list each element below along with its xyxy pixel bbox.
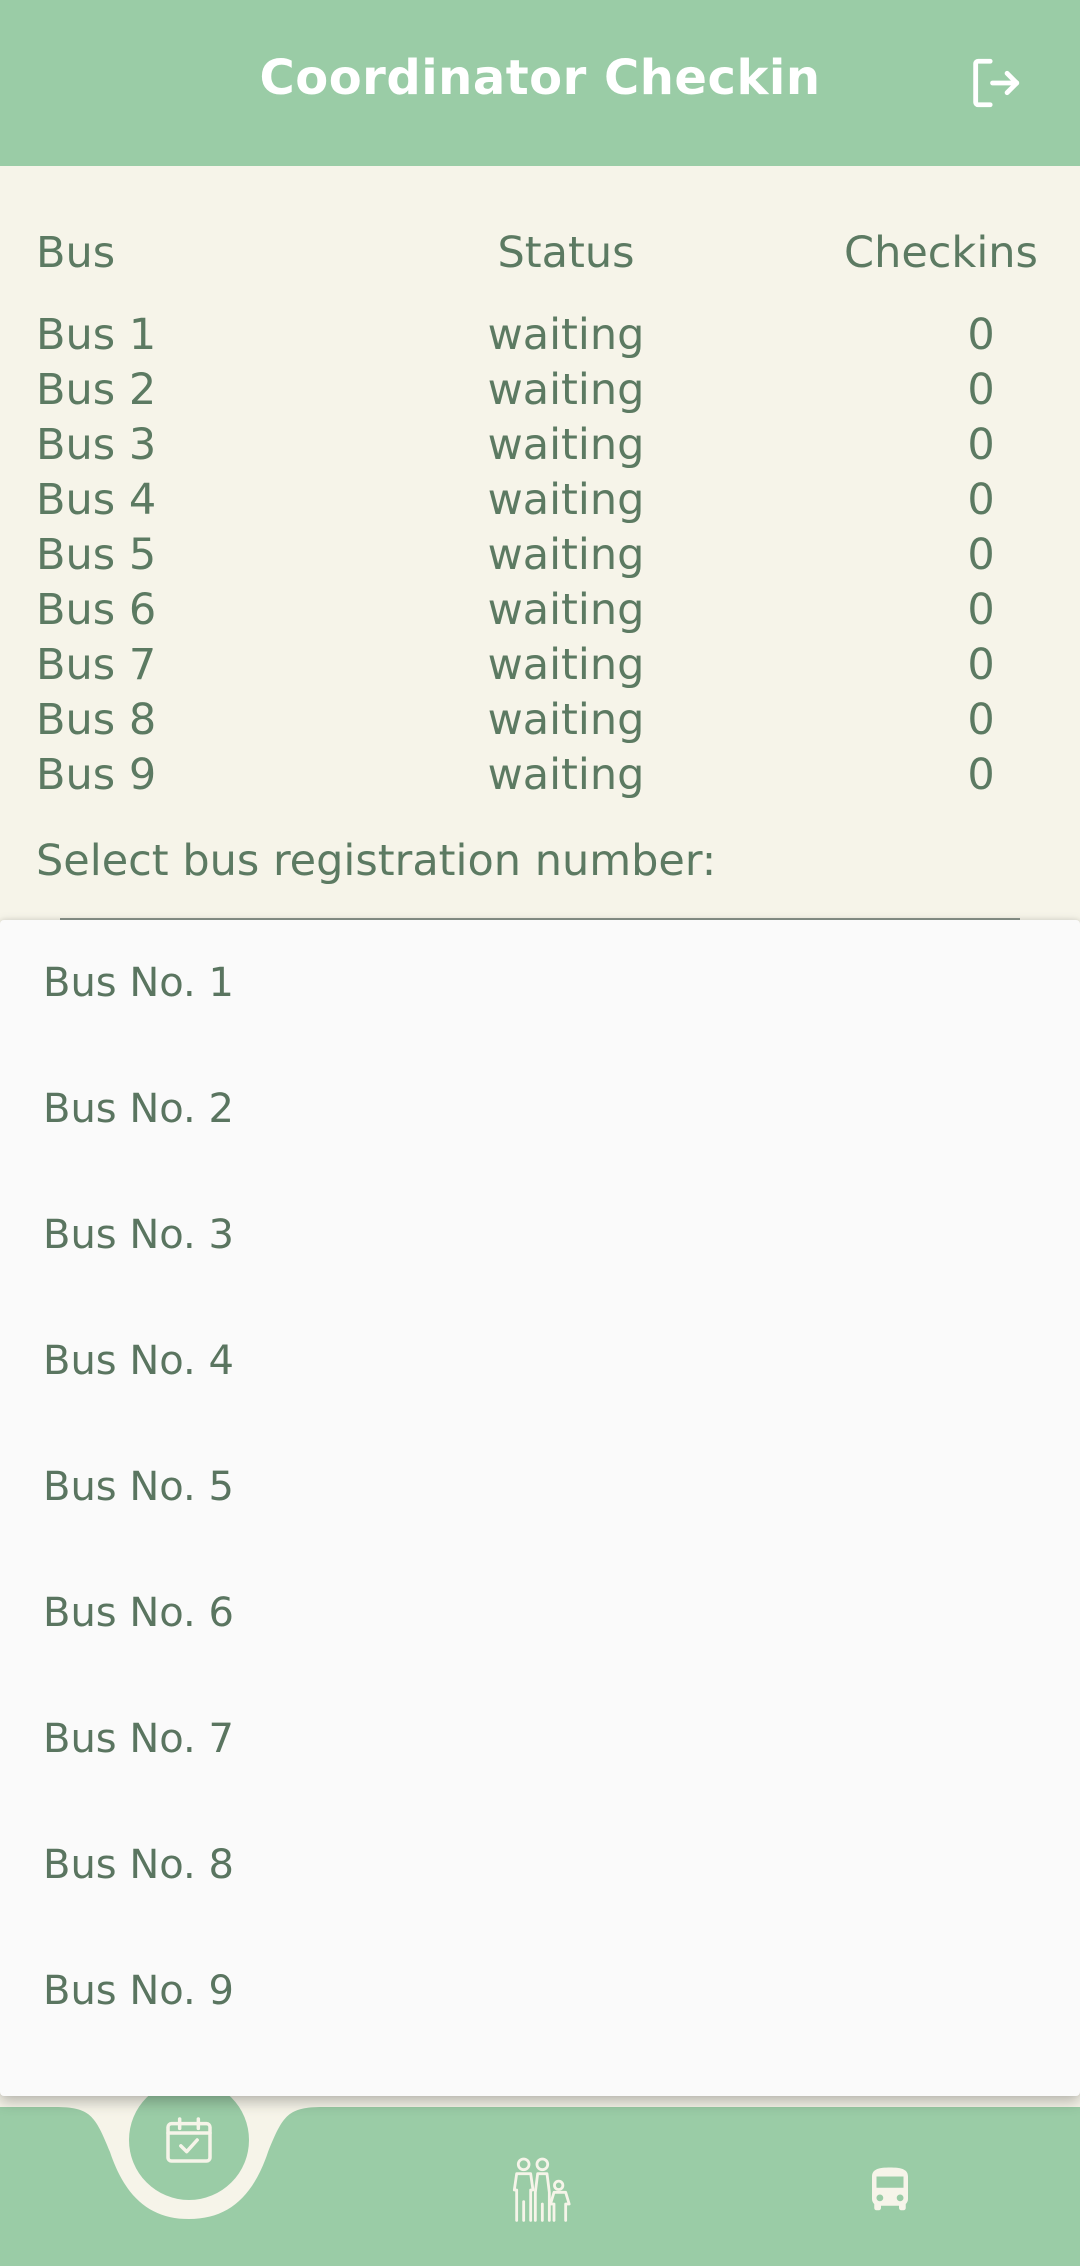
table-row: Bus 3 waiting 0 bbox=[36, 420, 1046, 475]
dropdown-option[interactable]: Bus No. 5 bbox=[0, 1424, 1080, 1550]
table-row: Bus 7 waiting 0 bbox=[36, 640, 1046, 695]
status-cell: waiting bbox=[487, 420, 645, 470]
dropdown-option[interactable]: Bus No. 4 bbox=[0, 1298, 1080, 1424]
dropdown-option[interactable]: Bus No. 8 bbox=[0, 1802, 1080, 1928]
bus-icon bbox=[872, 2167, 908, 2211]
bus-cell: Bus 5 bbox=[36, 530, 157, 580]
table-header-row: Bus Status Checkins bbox=[36, 228, 1046, 310]
page-title: Coordinator Checkin bbox=[259, 50, 821, 106]
tab-passengers[interactable] bbox=[500, 2150, 580, 2230]
checkins-cell: 0 bbox=[967, 530, 995, 580]
status-cell: waiting bbox=[487, 585, 645, 635]
bus-select-dropdown: Bus No. 1 Bus No. 2 Bus No. 3 Bus No. 4 … bbox=[0, 920, 1080, 2096]
checkins-cell: 0 bbox=[967, 475, 995, 525]
status-cell: waiting bbox=[487, 475, 645, 525]
calendar-check-icon bbox=[166, 2117, 212, 2163]
tab-checkin[interactable] bbox=[129, 2080, 249, 2200]
bus-cell: Bus 3 bbox=[36, 420, 157, 470]
checkins-cell: 0 bbox=[967, 420, 995, 470]
select-bus-label: Select bus registration number: bbox=[36, 836, 717, 886]
table-row: Bus 2 waiting 0 bbox=[36, 365, 1046, 420]
dropdown-option[interactable]: Bus No. 7 bbox=[0, 1676, 1080, 1802]
bus-cell: Bus 1 bbox=[36, 310, 157, 360]
bus-cell: Bus 9 bbox=[36, 750, 157, 800]
bus-cell: Bus 7 bbox=[36, 640, 157, 690]
app-bar: Coordinator Checkin bbox=[0, 0, 1080, 166]
table-row: Bus 5 waiting 0 bbox=[36, 530, 1046, 585]
status-cell: waiting bbox=[487, 640, 645, 690]
table-row: Bus 8 waiting 0 bbox=[36, 695, 1046, 750]
status-cell: waiting bbox=[487, 310, 645, 360]
dropdown-option[interactable]: Bus No. 1 bbox=[0, 920, 1080, 1046]
bus-cell: Bus 8 bbox=[36, 695, 157, 745]
checkins-cell: 0 bbox=[967, 750, 995, 800]
column-header-status: Status bbox=[497, 228, 635, 278]
table-row: Bus 6 waiting 0 bbox=[36, 585, 1046, 640]
bus-status-table: Bus Status Checkins Bus 1 waiting 0 Bus … bbox=[36, 228, 1046, 805]
status-cell: waiting bbox=[487, 750, 645, 800]
checkins-cell: 0 bbox=[967, 695, 995, 745]
tab-buses[interactable] bbox=[850, 2150, 930, 2230]
bus-cell: Bus 4 bbox=[36, 475, 157, 525]
status-cell: waiting bbox=[487, 695, 645, 745]
dropdown-option[interactable]: Bus No. 2 bbox=[0, 1046, 1080, 1172]
column-header-checkins: Checkins bbox=[844, 228, 1038, 278]
dropdown-option[interactable]: Bus No. 6 bbox=[0, 1550, 1080, 1676]
checkins-cell: 0 bbox=[967, 365, 995, 415]
family-icon bbox=[512, 2157, 571, 2222]
checkins-cell: 0 bbox=[967, 585, 995, 635]
logout-icon bbox=[973, 58, 1020, 108]
column-header-bus: Bus bbox=[36, 228, 116, 278]
bus-cell: Bus 6 bbox=[36, 585, 157, 635]
table-row: Bus 4 waiting 0 bbox=[36, 475, 1046, 530]
table-row: Bus 9 waiting 0 bbox=[36, 750, 1046, 805]
bus-cell: Bus 2 bbox=[36, 365, 157, 415]
logout-button[interactable] bbox=[960, 50, 1030, 116]
dropdown-option[interactable]: Bus No. 9 bbox=[0, 1928, 1080, 2054]
table-row: Bus 1 waiting 0 bbox=[36, 310, 1046, 365]
dropdown-option[interactable]: Bus No. 3 bbox=[0, 1172, 1080, 1298]
status-cell: waiting bbox=[487, 365, 645, 415]
status-cell: waiting bbox=[487, 530, 645, 580]
checkins-cell: 0 bbox=[967, 310, 995, 360]
checkins-cell: 0 bbox=[967, 640, 995, 690]
